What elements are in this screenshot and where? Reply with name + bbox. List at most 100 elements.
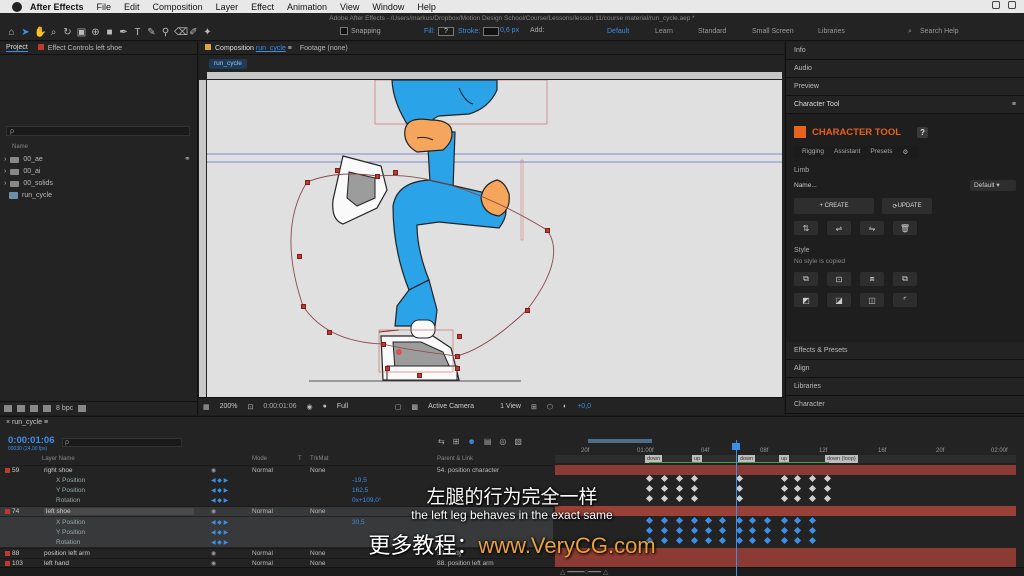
path-vertex[interactable] (381, 342, 386, 347)
stroke-swatch[interactable] (483, 27, 500, 36)
trkmat-dropdown[interactable]: None (310, 467, 326, 474)
mode-header[interactable]: Mode (252, 456, 267, 462)
transparency-icon[interactable]: ▩ (411, 403, 418, 411)
project-search-input[interactable]: ρ (6, 126, 190, 136)
effects-presets-panel-header[interactable]: Effects & Presets (786, 342, 1024, 360)
path-vertex[interactable] (545, 228, 550, 233)
duplicate-style-icon[interactable]: ⧈ (860, 272, 884, 286)
create-button[interactable]: + CREATE (794, 198, 874, 214)
audio-panel-header[interactable]: Audio (786, 60, 1024, 78)
project-item[interactable]: › 00_ai (4, 168, 40, 175)
tab-presets[interactable]: Presets (870, 148, 892, 156)
workspace-standard[interactable]: Standard (698, 28, 726, 35)
path-vertex[interactable] (301, 304, 306, 309)
shy-icon[interactable]: ☻ (467, 437, 475, 446)
fill-control[interactable]: Fill:? (424, 27, 454, 36)
tab-assistant[interactable]: Assistant (834, 148, 860, 156)
path-vertex[interactable] (335, 168, 340, 173)
menu-animation[interactable]: Animation (287, 2, 327, 12)
layers-style-icon[interactable]: ⧉ (893, 272, 917, 286)
path-vertex[interactable] (455, 366, 460, 371)
type-tool-icon[interactable]: T (132, 27, 143, 38)
path-vertex[interactable] (393, 170, 398, 175)
zoom-slider[interactable]: △ ━━━━○━━━ △ (560, 568, 608, 576)
menu-help[interactable]: Help (417, 2, 436, 12)
workspace-small-screen[interactable]: Small Screen (752, 28, 794, 35)
name-column-header[interactable]: Name (12, 144, 28, 150)
info-panel-header[interactable]: Info (786, 42, 1024, 60)
trkmat-dropdown[interactable]: None (310, 560, 326, 567)
hand-tool-icon[interactable]: ✋ (34, 27, 46, 38)
layer-name[interactable]: right shoe (44, 467, 73, 474)
delete-limb-icon[interactable]: 🗑 (893, 221, 917, 235)
panel-menu-icon[interactable]: ≡ (1012, 96, 1016, 114)
graph-editor-icon[interactable]: ▧ (514, 437, 522, 446)
tab-project[interactable]: Project (6, 44, 28, 52)
keyframe[interactable] (645, 474, 654, 483)
trash-icon[interactable] (78, 405, 87, 412)
mode-dropdown[interactable]: Normal (252, 560, 273, 567)
parent-dropdown[interactable]: 88. position left arm (437, 560, 494, 567)
tab-composition[interactable]: Composition run_cycle ≡ (205, 44, 292, 52)
status-icon[interactable] (992, 1, 1000, 9)
preview-panel-header[interactable]: Preview (786, 78, 1024, 96)
menu-composition[interactable]: Composition (153, 2, 203, 12)
menu-view[interactable]: View (340, 2, 359, 12)
visibility-icon[interactable]: ◉ (211, 560, 216, 567)
exposure-icon[interactable]: ◐ (563, 403, 567, 410)
corner-style-a-icon[interactable]: ◩ (794, 293, 818, 307)
path-vertex[interactable] (385, 366, 390, 371)
path-vertex[interactable] (455, 354, 460, 359)
control-icon[interactable] (1008, 1, 1016, 9)
copy-style-icon[interactable]: ⧉ (794, 272, 818, 286)
zoom-tool-icon[interactable]: ⌕ (48, 27, 59, 38)
keyframe[interactable] (690, 474, 699, 483)
layer-name[interactable]: left hand (44, 560, 69, 567)
visibility-icon[interactable]: ◉ (211, 467, 216, 474)
keyframe[interactable] (793, 474, 802, 483)
pen-tool-icon[interactable]: ✒ (118, 27, 129, 38)
motion-blur-icon[interactable]: ◎ (499, 437, 506, 446)
menu-file[interactable]: File (97, 2, 112, 12)
keyframe[interactable] (823, 474, 832, 483)
layer-row[interactable]: 59 right shoe ◉ Normal None 54. position char… (0, 465, 553, 475)
keyframe[interactable] (780, 474, 789, 483)
bit-depth[interactable]: 8 bpc (56, 405, 73, 412)
character-tool-panel-header[interactable]: Character Tool ≡ (786, 96, 1024, 114)
panel-menu-icon[interactable]: ≡ (288, 45, 292, 52)
menu-effect[interactable]: Effect (251, 2, 274, 12)
character-panel-header[interactable]: Character (786, 396, 1024, 414)
menu-edit[interactable]: Edit (124, 2, 140, 12)
interpret-footage-icon[interactable] (4, 405, 12, 412)
tab-effect-controls[interactable]: Effect Controls left shoe (37, 44, 122, 52)
home-icon[interactable]: ⌂ (6, 27, 17, 38)
stroke-control[interactable]: Stroke: (458, 27, 500, 36)
camera-dropdown[interactable]: Active Camera (428, 403, 490, 410)
project-item[interactable]: › 00_ae (4, 156, 43, 163)
comp-flowchart-icon[interactable]: ⇆ (438, 437, 445, 446)
frame-blend-icon[interactable]: ▤ (484, 437, 492, 446)
resolution-dropdown[interactable]: Full (337, 403, 385, 410)
zoom-dropdown[interactable]: 200% (220, 403, 238, 410)
exposure-value[interactable]: +0,0 (577, 403, 591, 410)
new-composition-icon[interactable] (30, 405, 38, 412)
gear-icon[interactable]: ⚙ (902, 148, 908, 156)
apple-icon[interactable] (12, 1, 22, 12)
workspace-default[interactable]: Default (607, 28, 629, 35)
camera-tool-icon[interactable]: ▣ (76, 27, 87, 38)
corner-style-c-icon[interactable]: ◫ (860, 293, 884, 307)
viewer-timecode[interactable]: 0:00:01:06 (263, 403, 296, 410)
update-button[interactable]: ⟳ UPDATE (882, 198, 932, 214)
snapshot-icon[interactable]: ▦ (203, 403, 210, 411)
menu-window[interactable]: Window (372, 2, 404, 12)
paste-style-icon[interactable]: ⊡ (827, 272, 851, 286)
3d-icon[interactable]: ⬡ (547, 403, 553, 411)
default-dropdown[interactable]: Default ▾ (970, 180, 1016, 191)
workspace-libraries[interactable]: Libraries (818, 28, 845, 35)
path-vertex[interactable] (525, 308, 530, 313)
anchor-tool-icon[interactable]: ⊕ (90, 27, 101, 38)
menu-layer[interactable]: Layer (216, 2, 239, 12)
search-help[interactable]: Search Help (920, 28, 959, 35)
corner-style-d-icon[interactable]: ⌜ (893, 293, 917, 307)
grid-icon[interactable]: ⊞ (531, 403, 537, 411)
